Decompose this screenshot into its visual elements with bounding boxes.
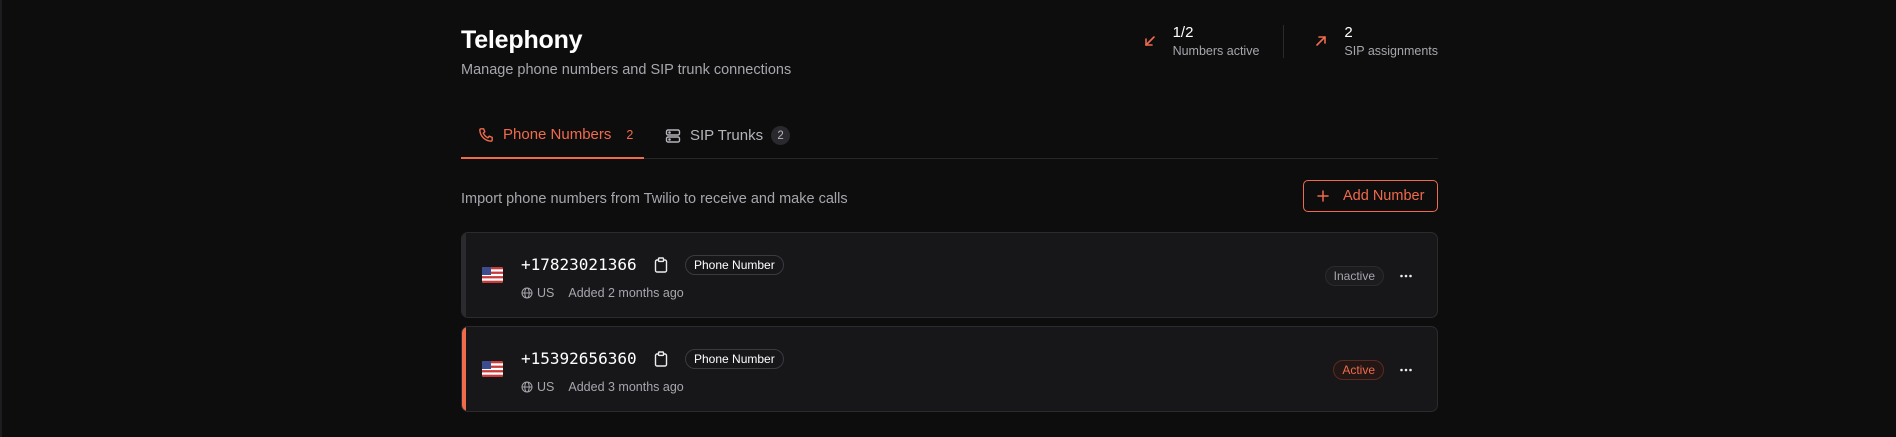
stats-summary: 1/2 Numbers active 2 SIP assignments	[1143, 24, 1438, 59]
stat-divider	[1283, 25, 1285, 58]
phone-number-card[interactable]: +15392656360 Phone Number US Added 3 mon…	[461, 326, 1438, 412]
telephony-page: Telephony Manage phone numbers and SIP t…	[461, 0, 1438, 420]
arrow-down-left-icon	[1143, 34, 1157, 48]
page-header: Telephony Manage phone numbers and SIP t…	[461, 0, 1438, 112]
stat-label: Numbers active	[1172, 44, 1260, 58]
globe-icon	[521, 381, 533, 393]
status-badge: Active	[1333, 360, 1384, 380]
server-icon	[665, 128, 681, 144]
tab-sip-trunks[interactable]: SIP Trunks 2	[665, 112, 791, 159]
more-options-icon[interactable]	[1399, 363, 1413, 377]
added-date: Added 2 months ago	[568, 286, 684, 300]
number-meta: US Added 3 months ago	[521, 380, 684, 394]
number-type-badge: Phone Number	[685, 349, 784, 369]
number-meta: US Added 2 months ago	[521, 286, 684, 300]
country-code: US	[537, 286, 555, 300]
stat-value: 1/2	[1172, 24, 1194, 41]
more-options-icon[interactable]	[1399, 269, 1413, 283]
tab-count: 2	[626, 127, 634, 142]
added-date: Added 3 months ago	[568, 380, 684, 394]
globe-icon	[521, 287, 533, 299]
page-subtitle: Manage phone numbers and SIP trunk conne…	[461, 62, 792, 78]
list-toolbar: Import phone numbers from Twilio to rece…	[461, 159, 1438, 232]
clipboard-icon[interactable]	[654, 351, 668, 367]
stat-label: SIP assignments	[1344, 44, 1438, 58]
tab-count: 2	[771, 126, 791, 145]
plus-icon	[1317, 190, 1329, 202]
card-accent-bar	[462, 233, 466, 317]
page-title: Telephony	[461, 26, 583, 54]
card-accent-bar	[462, 327, 466, 411]
window-edge	[0, 0, 2, 437]
tab-bar: Phone Numbers 2 SIP Trunks 2	[461, 112, 1438, 159]
phone-icon	[478, 127, 494, 143]
stat-numbers-active: 1/2 Numbers active	[1143, 24, 1260, 59]
import-description: Import phone numbers from Twilio to rece…	[461, 191, 848, 207]
clipboard-icon[interactable]	[654, 257, 668, 273]
number-type-badge: Phone Number	[685, 255, 784, 275]
us-flag-icon	[482, 361, 503, 377]
us-flag-icon	[482, 267, 503, 283]
phone-number: +15392656360	[521, 349, 637, 368]
phone-number-list: +17823021366 Phone Number US Added 2 mon…	[461, 232, 1438, 412]
add-number-label: Add Number	[1343, 188, 1425, 204]
add-number-button[interactable]: Add Number	[1303, 180, 1438, 212]
tab-label: Phone Numbers	[503, 126, 612, 143]
phone-number-card[interactable]: +17823021366 Phone Number US Added 2 mon…	[461, 232, 1438, 318]
stat-value: 2	[1344, 24, 1353, 41]
phone-number: +17823021366	[521, 255, 637, 274]
tab-phone-numbers[interactable]: Phone Numbers 2	[461, 112, 644, 159]
status-badge: Inactive	[1324, 266, 1384, 286]
arrow-up-right-icon	[1314, 34, 1328, 48]
country-code: US	[537, 380, 555, 394]
tab-label: SIP Trunks	[690, 127, 764, 144]
stat-sip-assignments: 2 SIP assignments	[1314, 24, 1438, 59]
